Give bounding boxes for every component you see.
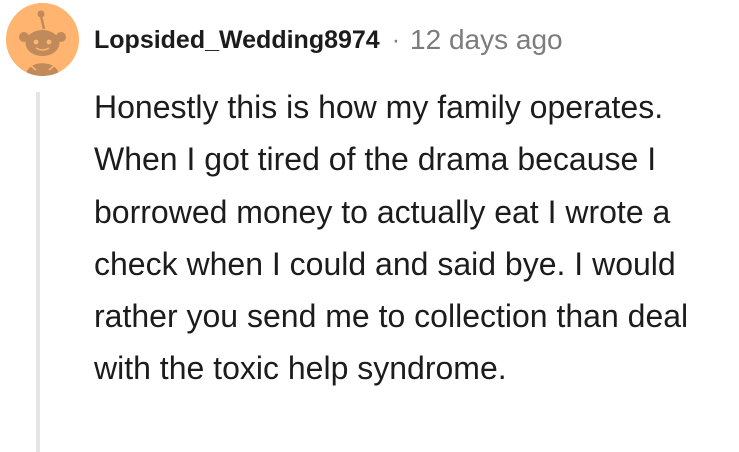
comment-header: Lopsided_Wedding8974 · 12 days ago (94, 20, 563, 60)
comment-body: Honestly this is how my family operates.… (94, 89, 689, 387)
snoo-avatar-icon[interactable] (6, 3, 79, 76)
comment: Lopsided_Wedding8974 · 12 days ago Hones… (0, 0, 739, 452)
comment-timestamp[interactable]: 12 days ago (410, 24, 563, 56)
snoo-avatar-graphic (6, 3, 79, 76)
thread-line[interactable] (36, 92, 40, 452)
username-link[interactable]: Lopsided_Wedding8974 (94, 26, 380, 55)
meta-separator: · (391, 25, 401, 54)
